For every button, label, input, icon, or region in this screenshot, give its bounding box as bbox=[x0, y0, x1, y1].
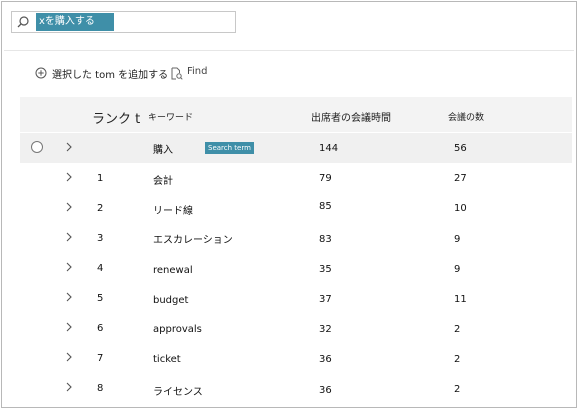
cell-meeting-count: 2 bbox=[454, 354, 461, 365]
table-row[interactable]: 2 リード線 85 10 bbox=[20, 193, 572, 223]
cell-attendee-meeting-time: 83 bbox=[319, 234, 332, 245]
table-row[interactable]: 4 renewal 35 9 bbox=[20, 253, 572, 283]
table-row[interactable]: 5 budget 37 11 bbox=[20, 283, 572, 313]
cell-keyword: リード線 bbox=[153, 206, 193, 217]
cell-attendee-meeting-time: 35 bbox=[319, 264, 332, 275]
search-term-badge: Search term bbox=[205, 142, 254, 154]
table-row[interactable]: 8 ライセンス 36 2 bbox=[20, 373, 572, 403]
add-selected-label: 選択した tom を追加する bbox=[52, 70, 169, 81]
find-label: Find bbox=[187, 66, 208, 77]
cell-keyword: renewal bbox=[153, 265, 193, 276]
search-token[interactable]: xを購入する bbox=[36, 13, 114, 31]
cell-rank: 6 bbox=[97, 323, 104, 334]
cell-keyword: budget bbox=[153, 295, 189, 306]
cell-attendee-meeting-time: 79 bbox=[319, 173, 332, 184]
cell-rank: 2 bbox=[97, 203, 104, 214]
header-meeting-count[interactable]: 会議の数 bbox=[448, 110, 484, 123]
cell-rank: 4 bbox=[97, 263, 104, 274]
chevron-right-icon[interactable] bbox=[64, 230, 74, 244]
table-row[interactable]: 3 エスカレーション 83 9 bbox=[20, 223, 572, 253]
cell-attendee-meeting-time: 32 bbox=[319, 324, 332, 335]
search-icon bbox=[17, 16, 29, 28]
chevron-right-icon[interactable] bbox=[64, 290, 74, 304]
cell-attendee-meeting-time: 37 bbox=[319, 294, 332, 305]
keyword-panel: xを購入する 選択した tom を追加する Find ランク t キーワード 出… bbox=[1, 1, 577, 408]
header-rank[interactable]: ランク t bbox=[92, 108, 140, 127]
cell-keyword: 購入 bbox=[153, 145, 173, 156]
chevron-right-icon[interactable] bbox=[64, 200, 74, 214]
add-circle-icon bbox=[35, 67, 47, 79]
table-header: ランク t キーワード 出席者の会議時間 会議の数 bbox=[20, 97, 572, 132]
chevron-right-icon[interactable] bbox=[64, 260, 74, 274]
radio-circle-icon[interactable] bbox=[31, 141, 43, 153]
search-box[interactable]: xを購入する bbox=[11, 11, 236, 33]
cell-meeting-count: 56 bbox=[454, 143, 467, 154]
header-keyword[interactable]: キーワード bbox=[148, 110, 193, 123]
cell-meeting-count: 9 bbox=[454, 234, 461, 245]
header-attendee-meeting-time[interactable]: 出席者の会議時間 bbox=[311, 109, 391, 124]
table-row-selected[interactable]: 購入 Search term 144 56 bbox=[20, 133, 572, 163]
cell-keyword: approvals bbox=[153, 324, 202, 335]
chevron-right-icon[interactable] bbox=[64, 140, 74, 154]
table-row[interactable]: 1 会計 79 27 bbox=[20, 163, 572, 193]
cell-meeting-count: 11 bbox=[454, 294, 467, 305]
cell-meeting-count: 9 bbox=[454, 264, 461, 275]
cell-keyword: 会計 bbox=[153, 176, 173, 187]
cell-attendee-meeting-time: 36 bbox=[319, 385, 332, 396]
cell-rank: 7 bbox=[97, 353, 104, 364]
table-row[interactable]: 6 approvals 32 2 bbox=[20, 313, 572, 343]
chevron-right-icon[interactable] bbox=[64, 320, 74, 334]
cell-meeting-count: 10 bbox=[454, 203, 467, 214]
cell-rank: 1 bbox=[97, 173, 104, 184]
cell-rank: 8 bbox=[97, 383, 104, 394]
cell-keyword: ライセンス bbox=[153, 387, 203, 398]
cell-attendee-meeting-time: 144 bbox=[319, 143, 339, 154]
chevron-right-icon[interactable] bbox=[64, 170, 74, 184]
cell-attendee-meeting-time: 36 bbox=[319, 354, 332, 365]
cell-rank: 3 bbox=[97, 233, 104, 244]
cell-meeting-count: 27 bbox=[454, 173, 467, 184]
chevron-right-icon[interactable] bbox=[64, 380, 74, 394]
cell-keyword: ticket bbox=[153, 354, 181, 365]
search-input[interactable] bbox=[116, 13, 231, 31]
table-row[interactable]: 7 ticket 36 2 bbox=[20, 343, 572, 373]
chevron-right-icon[interactable] bbox=[64, 350, 74, 364]
cell-meeting-count: 2 bbox=[454, 384, 461, 395]
find-document-icon bbox=[171, 67, 183, 80]
cell-meeting-count: 2 bbox=[454, 324, 461, 335]
toolbar-divider bbox=[4, 50, 574, 51]
cell-rank: 5 bbox=[97, 293, 104, 304]
cell-attendee-meeting-time: 85 bbox=[319, 201, 332, 212]
cell-keyword: エスカレーション bbox=[153, 235, 233, 246]
